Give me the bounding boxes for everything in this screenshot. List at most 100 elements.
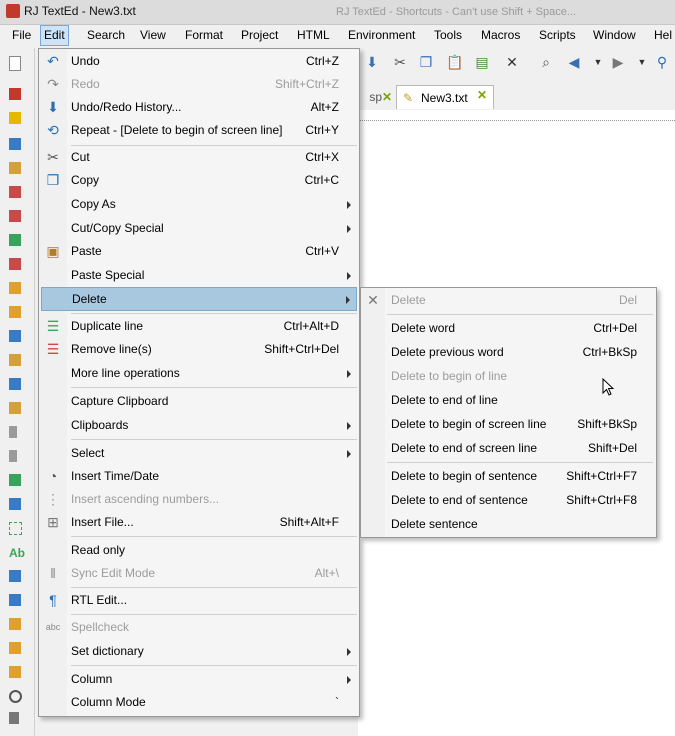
add-line-icon[interactable] — [9, 234, 21, 246]
forward-icon[interactable]: ▶ — [610, 54, 626, 70]
submenu-item-delete-to-begin-of-screen-line[interactable]: Delete to begin of screen line Shift+BkS… — [363, 413, 655, 436]
menu-item-insert-ascending-numbers[interactable]: ⋮ Insert ascending numbers... — [41, 488, 357, 511]
tab-new3[interactable]: ✎ New3.txt ✕ — [396, 85, 494, 109]
submenu-item-delete-to-begin-of-sentence[interactable]: Delete to begin of sentence Shift+Ctrl+F… — [363, 465, 655, 488]
sync-icon[interactable] — [9, 712, 19, 724]
menu-item-paste[interactable]: ▣ Paste Ctrl+V — [41, 240, 357, 263]
highlight-icon[interactable] — [9, 112, 21, 124]
menu-item-paste-special[interactable]: Paste Special — [41, 264, 357, 287]
expand-icon[interactable] — [9, 474, 21, 486]
menu-item-capture-clipboard[interactable]: Capture Clipboard — [41, 390, 357, 413]
menu-item-clipboards[interactable]: Clipboards — [41, 414, 357, 437]
copy-icon[interactable]: ❐ — [418, 54, 434, 70]
swap-icon[interactable] — [9, 570, 21, 582]
collapse-icon[interactable] — [9, 498, 21, 510]
save-icon[interactable]: ⬇ — [364, 54, 380, 70]
menu-window[interactable]: Window — [590, 25, 639, 46]
menu-format[interactable]: Format — [182, 25, 226, 46]
menu-item-shortcut: Alt+Z — [310, 100, 339, 114]
submenu-item-delete-previous-word[interactable]: Delete previous word Ctrl+BkSp — [363, 341, 655, 364]
menu-scripts[interactable]: Scripts — [536, 25, 579, 46]
menu-item-undo-redo-history[interactable]: ⬇ Undo/Redo History... Alt+Z — [41, 96, 357, 119]
menu-project[interactable]: Project — [238, 25, 281, 46]
bracket-icon[interactable] — [9, 378, 21, 390]
submenu-arrow-icon — [347, 272, 351, 280]
move-icon[interactable] — [9, 666, 21, 678]
align-icon[interactable] — [9, 354, 21, 366]
submenu-item-delete[interactable]: ✕ Delete Del — [363, 289, 655, 312]
move-down-icon[interactable] — [9, 306, 21, 318]
text-case-icon[interactable]: Ab — [9, 546, 25, 562]
menu-help[interactable]: Hel — [651, 25, 675, 46]
column-select-icon[interactable] — [9, 450, 17, 462]
menu-item-rtl-edit[interactable]: ¶ RTL Edit... — [41, 589, 357, 612]
menu-edit[interactable]: Edit — [40, 25, 69, 46]
menu-item-cut[interactable]: ✂ Cut Ctrl+X — [41, 146, 357, 169]
menu-item-insert-time-date[interactable]: ◔ Insert Time/Date — [41, 465, 357, 488]
find-icon[interactable]: ⌕ — [538, 54, 554, 70]
menu-bar: File Edit Search View Format Project HTM… — [0, 25, 675, 46]
delete-submenu: ✕ Delete Del Delete word Ctrl+Del Delete… — [360, 287, 657, 538]
submenu-item-delete-to-end-of-screen-line[interactable]: Delete to end of screen line Shift+Del — [363, 437, 655, 460]
tab-close-icon[interactable]: ✕ — [477, 89, 487, 101]
menu-environment[interactable]: Environment — [345, 25, 418, 46]
uncomment-icon[interactable] — [9, 210, 21, 222]
search-icon[interactable]: ⚲ — [654, 54, 670, 70]
remove-line-icon[interactable] — [9, 258, 21, 270]
menu-item-shortcut: ` — [335, 695, 339, 709]
menu-item-more-line-operations[interactable]: More line operations — [41, 362, 357, 385]
menu-item-read-only[interactable]: Read only — [41, 539, 357, 562]
menu-item-remove-lines[interactable]: ☰ Remove line(s) Shift+Ctrl+Del — [41, 338, 357, 361]
move-up-icon[interactable] — [9, 282, 21, 294]
forward-dropdown-icon[interactable]: ▼ — [634, 54, 650, 70]
cut-icon[interactable]: ✂ — [392, 54, 408, 70]
back-icon[interactable]: ◀ — [566, 54, 582, 70]
sort-lines-icon[interactable] — [9, 402, 21, 414]
menu-item-copy-as[interactable]: Copy As — [41, 193, 357, 216]
paste-icon[interactable]: 📋 — [446, 54, 463, 70]
outdent-icon[interactable] — [9, 162, 21, 174]
new-file-icon[interactable] — [9, 56, 21, 71]
menu-file[interactable]: File — [9, 25, 34, 46]
menu-item-label: Clipboards — [71, 418, 129, 432]
menu-item-copy[interactable]: ❐ Copy Ctrl+C — [41, 169, 357, 192]
menu-view[interactable]: View — [137, 25, 169, 46]
menu-item-select[interactable]: Select — [41, 442, 357, 465]
menu-item-delete[interactable]: Delete — [41, 287, 357, 311]
menu-item-redo[interactable]: ↷ Redo Shift+Ctrl+Z — [41, 73, 357, 96]
delete-icon[interactable]: ✕ — [504, 54, 520, 70]
column-icon[interactable] — [9, 426, 17, 438]
select-block-icon[interactable] — [9, 522, 22, 535]
menu-html[interactable]: HTML — [294, 25, 333, 46]
comment-icon[interactable] — [9, 186, 21, 198]
time-icon[interactable] — [9, 690, 22, 703]
indent-icon[interactable] — [9, 138, 21, 150]
menu-tools[interactable]: Tools — [431, 25, 465, 46]
sort-icon[interactable] — [9, 330, 21, 342]
menu-item-duplicate-line[interactable]: ☰ Duplicate line Ctrl+Alt+D — [41, 315, 357, 338]
menu-search[interactable]: Search — [84, 25, 128, 46]
menu-item-set-dictionary[interactable]: Set dictionary — [41, 640, 357, 663]
sort-number-icon[interactable] — [9, 642, 21, 654]
menu-item-sync-edit-mode[interactable]: ‖ Sync Edit Mode Alt+\ — [41, 562, 357, 585]
back-dropdown-icon[interactable]: ▼ — [590, 54, 606, 70]
sort-za-icon[interactable] — [9, 618, 21, 630]
menu-item-cut-copy-special[interactable]: Cut/Copy Special — [41, 217, 357, 240]
paste-special-icon[interactable]: ▤ — [474, 54, 490, 70]
menu-item-column-mode[interactable]: Column Mode ` — [41, 691, 357, 714]
menu-item-repeat[interactable]: ⟲ Repeat - [Delete to begin of screen li… — [41, 119, 357, 142]
menu-item-shortcut: Alt+\ — [314, 566, 339, 580]
menu-item-label: Delete sentence — [391, 517, 478, 531]
submenu-item-delete-to-end-of-sentence[interactable]: Delete to end of sentence Shift+Ctrl+F8 — [363, 489, 655, 512]
menu-macros[interactable]: Macros — [478, 25, 523, 46]
menu-item-insert-file[interactable]: ⊞ Insert File... Shift+Alt+F — [41, 511, 357, 534]
sort-az-icon[interactable] — [9, 594, 21, 606]
submenu-item-delete-word[interactable]: Delete word Ctrl+Del — [363, 317, 655, 340]
tab-close-icon[interactable]: ✕ — [382, 90, 392, 104]
menu-item-column[interactable]: Column — [41, 668, 357, 691]
submenu-item-delete-sentence[interactable]: Delete sentence — [363, 513, 655, 536]
menu-separator — [71, 665, 357, 666]
bookmark-icon[interactable] — [9, 88, 21, 100]
menu-item-spellcheck[interactable]: abc Spellcheck — [41, 616, 357, 639]
menu-item-undo[interactable]: ↶ Undo Ctrl+Z — [41, 50, 357, 73]
